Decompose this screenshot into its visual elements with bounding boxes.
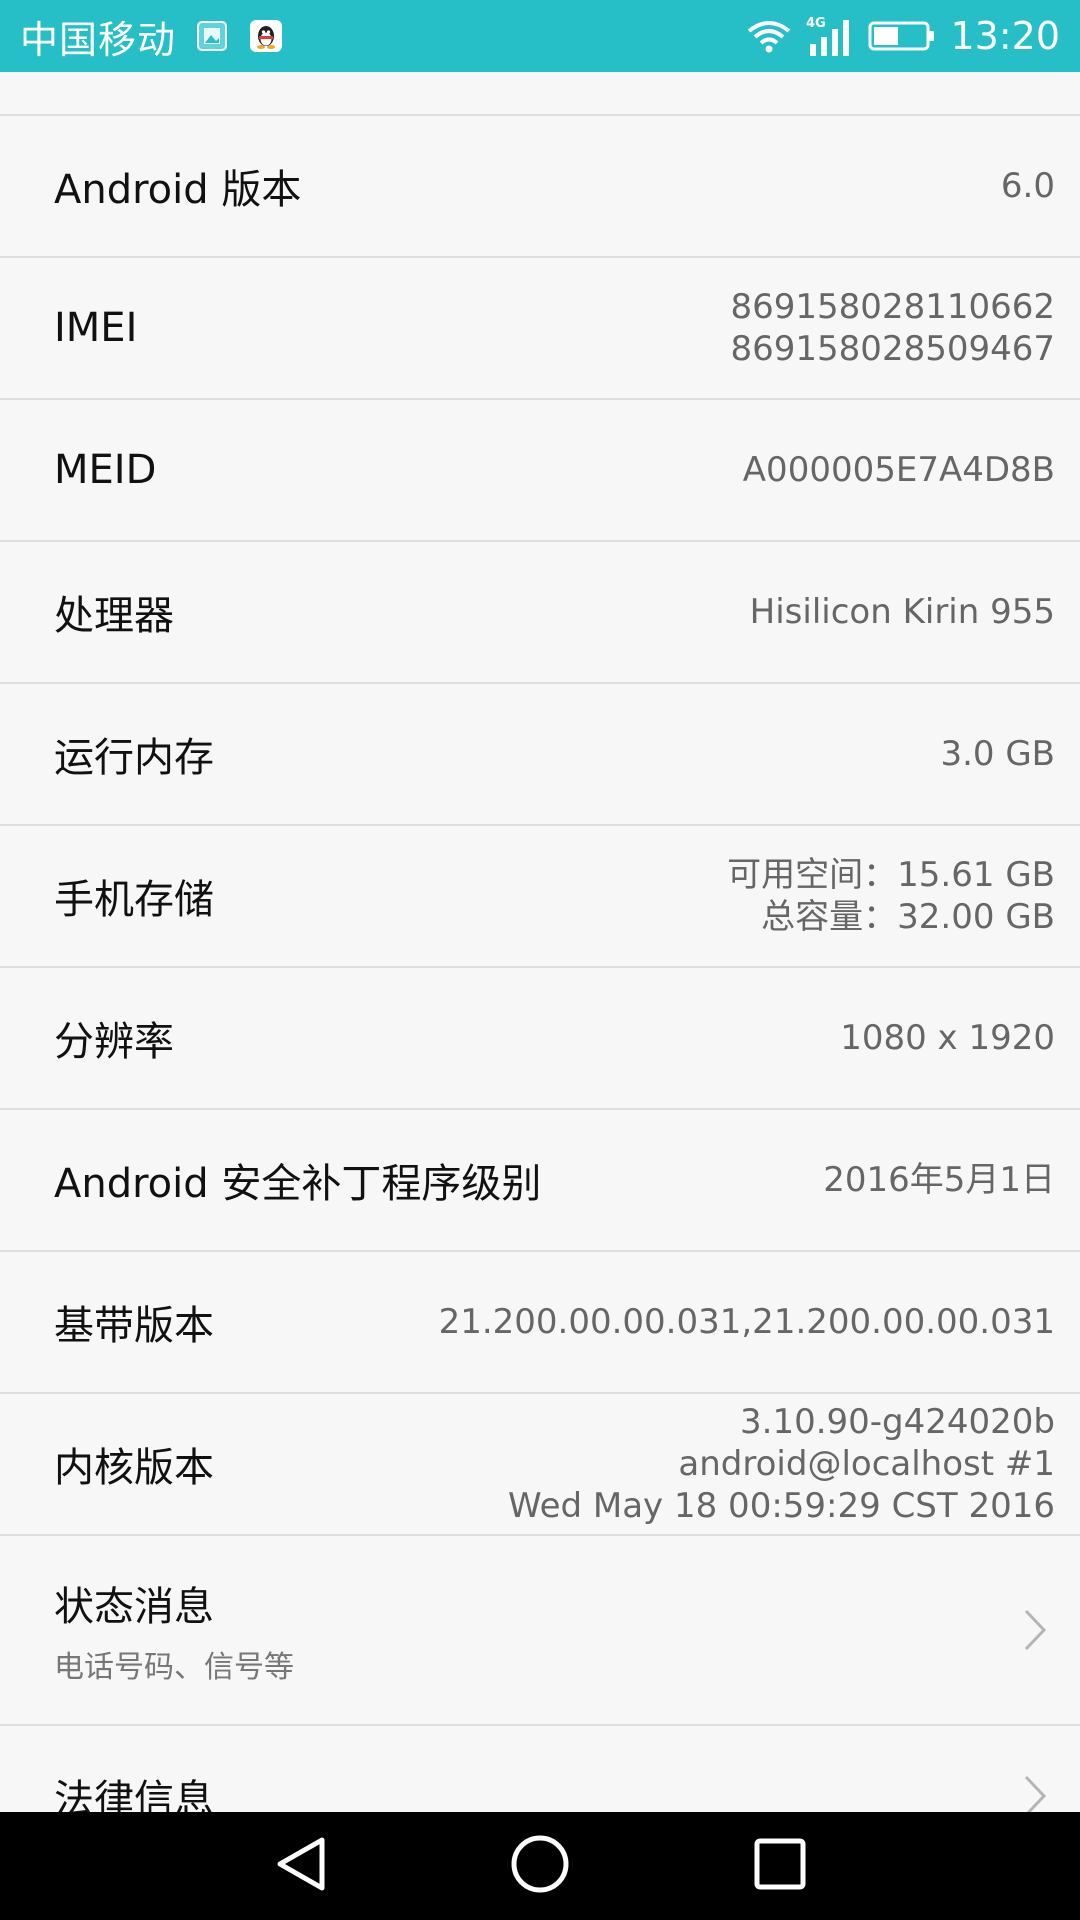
recents-button[interactable]	[660, 1812, 900, 1920]
value-line: 869158028110662	[730, 287, 1055, 327]
row-label: 手机存储	[54, 877, 214, 923]
row-label: MEID	[54, 447, 157, 493]
list-top-divider	[0, 72, 1080, 116]
home-button[interactable]	[420, 1812, 660, 1920]
network-type-label: 4G	[806, 16, 826, 31]
row-label: 处理器	[54, 593, 174, 639]
value-line: 21.200.00.00.031,21.200.00.00.031	[438, 1302, 1055, 1342]
row-label: 法律信息	[54, 1777, 214, 1812]
qq-icon	[248, 18, 284, 54]
security-patch-row: Android 安全补丁程序级别 2016年5月1日	[0, 1110, 1080, 1252]
row-value: Hisilicon Kirin 955	[750, 591, 1055, 633]
about-phone-list[interactable]: Android 版本 6.0 IMEI 869158028110662 8691…	[0, 72, 1080, 1812]
row-label: Android 版本	[54, 167, 302, 213]
row-value: 2016年5月1日	[823, 1159, 1055, 1201]
value-line: 可用空间：15.61 GB	[727, 855, 1055, 895]
status-bar: 中国移动 4G 13:20	[0, 0, 1080, 72]
value-line: Hisilicon Kirin 955	[749, 592, 1055, 632]
navigation-bar	[0, 1812, 1080, 1920]
row-label: 状态消息	[54, 1584, 214, 1630]
resolution-row: 分辨率 1080 x 1920	[0, 968, 1080, 1110]
value-line: 6.0	[1000, 166, 1055, 206]
row-value: A000005E7A4D8B	[743, 449, 1055, 491]
value-line: android@localhost #1	[678, 1444, 1055, 1484]
imei-row: IMEI 869158028110662 869158028509467	[0, 258, 1080, 400]
ram-row: 运行内存 3.0 GB	[0, 684, 1080, 826]
image-icon	[194, 18, 230, 54]
clock: 13:20	[950, 14, 1060, 58]
value-line: 3.0 GB	[940, 734, 1055, 774]
value-line: A000005E7A4D8B	[742, 450, 1055, 490]
status-info-row[interactable]: 状态消息 电话号码、信号等	[0, 1536, 1080, 1726]
legal-info-row[interactable]: 法律信息	[0, 1726, 1080, 1812]
value-line: Wed May 18 00:59:29 CST 2016	[507, 1486, 1055, 1526]
meid-row: MEID A000005E7A4D8B	[0, 400, 1080, 542]
wifi-icon	[746, 18, 792, 54]
processor-row: 处理器 Hisilicon Kirin 955	[0, 542, 1080, 684]
battery-icon	[868, 19, 936, 53]
value-line: 869158028509467	[730, 329, 1055, 369]
value-line: 1080 x 1920	[840, 1018, 1055, 1058]
row-value: 869158028110662 869158028509467	[731, 286, 1055, 370]
row-label: 基带版本	[54, 1303, 214, 1349]
row-value: 1080 x 1920	[840, 1017, 1055, 1059]
row-label: Android 安全补丁程序级别	[54, 1161, 542, 1207]
back-button[interactable]	[180, 1812, 420, 1920]
back-icon	[272, 1834, 328, 1898]
row-value: 可用空间：15.61 GB 总容量：32.00 GB	[727, 854, 1055, 938]
row-value: 6.0	[1001, 165, 1055, 207]
row-label: IMEI	[54, 305, 138, 351]
row-label: 运行内存	[54, 735, 214, 781]
value-line: 总容量：32.00 GB	[761, 897, 1055, 937]
home-icon	[509, 1833, 571, 1899]
recents-icon	[753, 1837, 807, 1895]
value-line: 2016年5月1日	[823, 1160, 1055, 1200]
chevron-right-icon	[1015, 1600, 1055, 1660]
row-sublabel: 电话号码、信号等	[54, 1650, 294, 1685]
row-label: 分辨率	[54, 1019, 174, 1065]
baseband-row: 基带版本 21.200.00.00.031,21.200.00.00.031	[0, 1252, 1080, 1394]
row-value: 3.0 GB	[940, 733, 1055, 775]
kernel-row: 内核版本 3.10.90-g424020b android@localhost …	[0, 1394, 1080, 1536]
row-value: 3.10.90-g424020b android@localhost #1 We…	[508, 1401, 1055, 1527]
chevron-right-icon	[1015, 1766, 1055, 1812]
value-line: 3.10.90-g424020b	[740, 1402, 1055, 1442]
android-version-row: Android 版本 6.0	[0, 116, 1080, 258]
storage-row: 手机存储 可用空间：15.61 GB 总容量：32.00 GB	[0, 826, 1080, 968]
row-label: 内核版本	[54, 1445, 214, 1491]
signal-icon: 4G	[804, 14, 856, 58]
row-value: 21.200.00.00.031,21.200.00.00.031	[439, 1301, 1055, 1343]
carrier-name: 中国移动	[20, 17, 177, 62]
